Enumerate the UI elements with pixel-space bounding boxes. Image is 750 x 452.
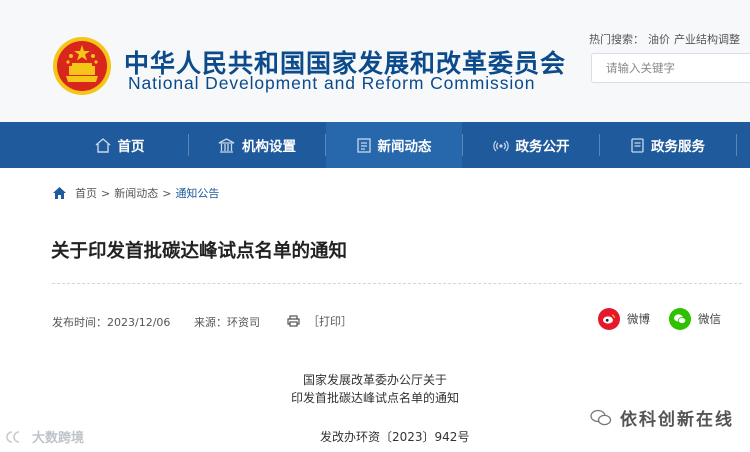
document-number: 发改办环资〔2023〕942号 xyxy=(320,430,470,444)
share-weibo-label: 微博 xyxy=(627,312,650,326)
search-input[interactable] xyxy=(592,54,742,82)
breadcrumb-home-icon[interactable] xyxy=(52,186,67,200)
nav-item-organization[interactable]: 机构设置 xyxy=(189,122,325,168)
nav-divider xyxy=(736,134,737,156)
print-label: ［打印］ xyxy=(308,315,352,328)
hot-search-bar: 热门搜索： 油价 产业结构调整 xyxy=(589,31,744,47)
site-title-en: National Development and Reform Commissi… xyxy=(128,73,536,93)
share-wechat-button[interactable]: 微信 xyxy=(669,308,721,330)
document-heading-line: 国家发展改革委办公厅关于 xyxy=(302,373,447,387)
article-source: 来源：环资司 xyxy=(194,316,260,329)
wechat-icon xyxy=(669,308,691,330)
breadcrumb-separator: > xyxy=(101,186,111,200)
watermark-right: 依科创新在线 xyxy=(590,405,734,430)
main-nav: 首页 机构设置 新闻动态 政务公开 政务服务 xyxy=(0,122,750,168)
national-emblem-icon[interactable] xyxy=(52,36,112,96)
share-wechat-label: 微信 xyxy=(698,312,721,326)
building-icon xyxy=(218,137,235,153)
breadcrumb-link-home[interactable]: 首页 xyxy=(75,185,97,201)
nav-item-government-affairs[interactable]: 政务公开 xyxy=(463,122,599,168)
share-weibo-button[interactable]: 微博 xyxy=(598,308,650,330)
hot-search-term[interactable]: 油价 xyxy=(648,33,670,46)
site-header: 中华人民共和国国家发展和改革委员会 National Development a… xyxy=(0,0,750,122)
news-icon xyxy=(356,137,371,153)
nav-label: 机构设置 xyxy=(242,139,296,155)
document-icon xyxy=(631,137,644,153)
printer-icon xyxy=(287,315,300,327)
wechat-account-icon xyxy=(590,409,612,425)
publish-date: 发布时间：2023/12/06 xyxy=(52,316,171,329)
nav-label: 政务公开 xyxy=(515,139,570,155)
nav-item-home[interactable]: 首页 xyxy=(52,122,187,168)
nav-item-news[interactable]: 新闻动态 xyxy=(326,122,462,168)
broadcast-icon xyxy=(492,140,509,151)
nav-item-services[interactable]: 政务服务 xyxy=(600,122,736,168)
document-heading-line: 印发首批碳达峰试点名单的通知 xyxy=(290,391,459,405)
hot-search-term[interactable]: 产业结构调整 xyxy=(674,33,740,46)
weibo-icon xyxy=(598,308,620,330)
hot-search-label: 热门搜索： xyxy=(589,33,644,46)
print-button[interactable]: ［打印］ xyxy=(287,313,352,329)
watermark-left: 大数跨境 xyxy=(6,427,84,446)
breadcrumb: 首页 > 新闻动态 > 通知公告 xyxy=(52,185,219,201)
search-box[interactable] xyxy=(591,53,750,83)
breadcrumb-link-news[interactable]: 新闻动态 xyxy=(114,185,158,201)
article-title: 关于印发首批碳达峰试点名单的通知 xyxy=(51,241,348,262)
breadcrumb-separator: > xyxy=(162,186,172,200)
title-divider xyxy=(52,283,742,284)
watermark-right-text: 依科创新在线 xyxy=(620,410,734,430)
nav-label: 新闻动态 xyxy=(377,139,432,155)
breadcrumb-link-notices[interactable]: 通知公告 xyxy=(175,185,219,201)
watermark-left-text: 大数跨境 xyxy=(32,431,85,446)
nav-label: 首页 xyxy=(117,139,145,155)
home-icon xyxy=(95,137,110,153)
watermark-logo-icon xyxy=(6,430,20,443)
nav-label: 政务服务 xyxy=(651,139,705,155)
